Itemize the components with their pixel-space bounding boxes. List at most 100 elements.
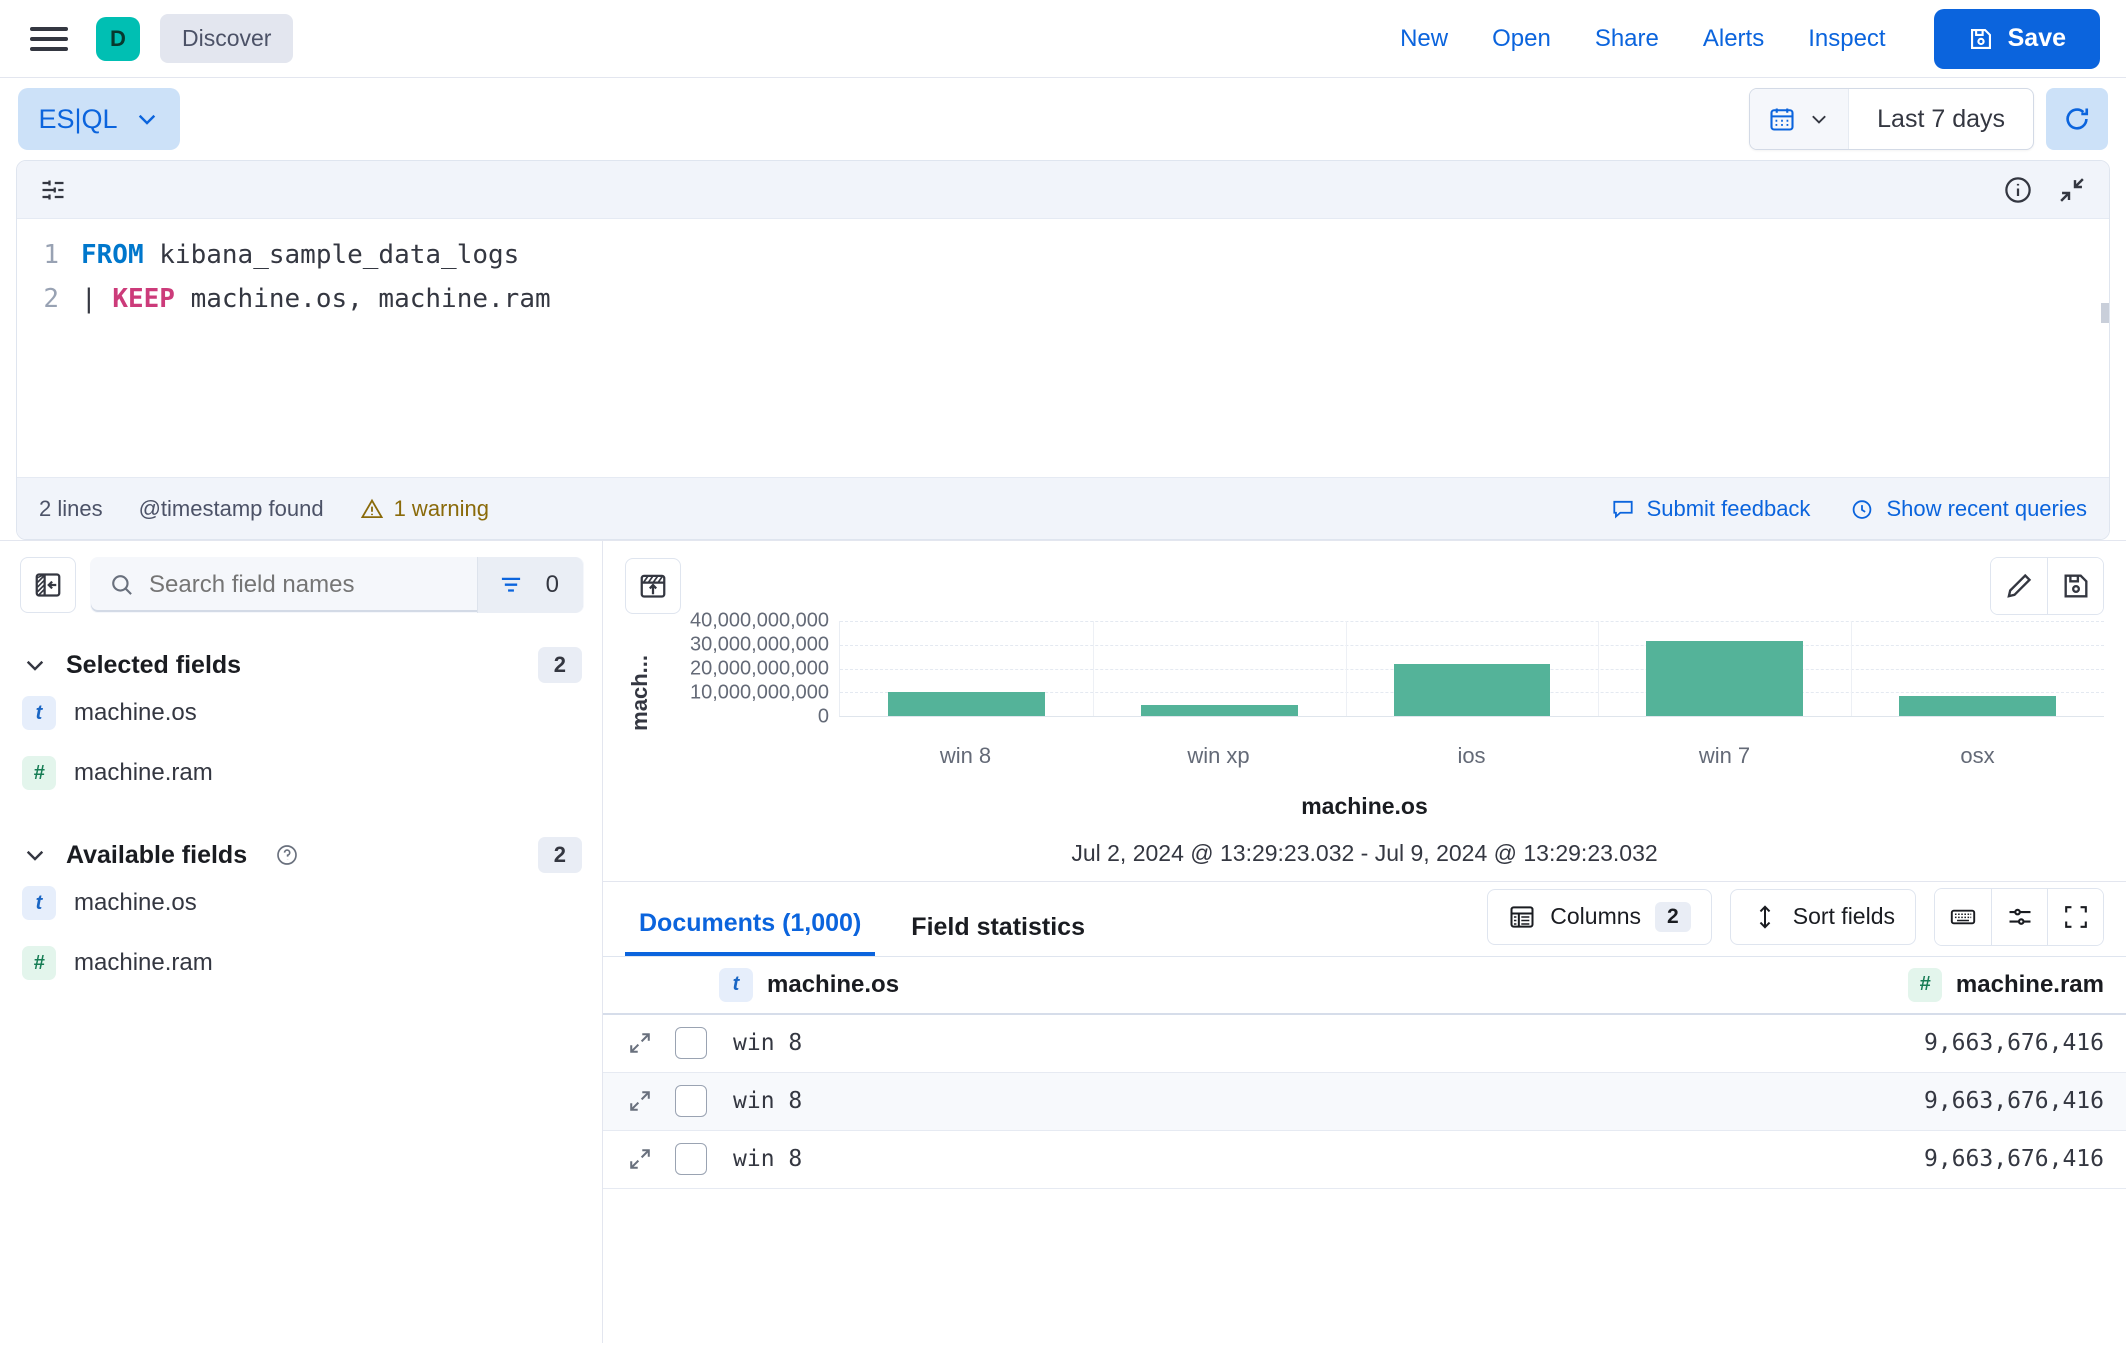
show-recent-queries-label: Show recent queries [1886, 496, 2087, 522]
row-checkbox[interactable] [675, 1027, 707, 1059]
date-quick-select-button[interactable] [1750, 89, 1849, 149]
sidebar-section-available-fields[interactable]: Available fields 2 [0, 803, 602, 873]
code-text-line-2: machine.os, machine.ram [191, 277, 551, 321]
date-range-text[interactable]: Last 7 days [1849, 105, 2033, 134]
editor-footer-right: Submit feedback Show recent queries [1611, 496, 2087, 522]
keyword-from: FROM [81, 233, 144, 277]
table-header-machine-os[interactable]: t machine.os [603, 968, 899, 1002]
breadcrumb[interactable]: Discover [160, 14, 293, 63]
editor-timestamp-status: @timestamp found [139, 496, 324, 522]
chart-bar[interactable] [1646, 641, 1803, 716]
columns-button[interactable]: Columns 2 [1487, 889, 1711, 945]
submit-feedback-label: Submit feedback [1647, 496, 1811, 522]
nav-inspect-button[interactable]: Inspect [1786, 25, 1907, 53]
x-tick-label: win 8 [839, 743, 1092, 769]
edit-visualization-button[interactable] [1991, 558, 2047, 614]
save-visualization-button[interactable] [2047, 558, 2103, 614]
chart-plot-area[interactable] [839, 621, 2104, 717]
code-line-1: 1 FROM kibana_sample_data_logs [17, 233, 2109, 277]
save-button[interactable]: Save [1934, 9, 2100, 69]
sidebar-section-selected-fields[interactable]: Selected fields 2 [0, 613, 602, 683]
editor-scrollbar[interactable] [2101, 303, 2109, 323]
field-filter-button[interactable]: 0 [477, 557, 583, 613]
clock-icon [1850, 497, 1874, 521]
row-checkbox[interactable] [675, 1143, 707, 1175]
columns-label: Columns [1550, 903, 1641, 930]
table-row[interactable]: win 8 9,663,676,416 [603, 1131, 2126, 1189]
x-tick-label: win 7 [1598, 743, 1851, 769]
sidebar-field-machine-os-selected[interactable]: t machine.os [0, 683, 602, 743]
expand-row-icon[interactable] [603, 1088, 659, 1114]
table-icon [1508, 903, 1536, 931]
expand-row-icon[interactable] [603, 1146, 659, 1172]
sidebar-field-machine-os-available[interactable]: t machine.os [0, 873, 602, 933]
show-recent-queries-button[interactable]: Show recent queries [1850, 496, 2087, 522]
cell-machine-ram: 9,663,676,416 [1924, 1146, 2126, 1172]
submit-feedback-button[interactable]: Submit feedback [1611, 496, 1811, 522]
x-tick-label: osx [1851, 743, 2104, 769]
field-type-number-icon: # [22, 946, 56, 980]
documents-section: Documents (1,000) Field statistics [603, 881, 2126, 1189]
field-name: machine.os [74, 889, 197, 917]
x-tick-label: win xp [1092, 743, 1345, 769]
nav-new-button[interactable]: New [1378, 25, 1470, 53]
main-content: 0 Selected fields 2 t machine.os # machi… [0, 540, 2126, 1343]
selected-fields-title: Selected fields [66, 651, 241, 680]
tab-field-statistics[interactable]: Field statistics [897, 913, 1099, 956]
sidebar-field-machine-ram-selected[interactable]: # machine.ram [0, 743, 602, 803]
keyboard-shortcuts-button[interactable] [1935, 889, 1991, 945]
editor-code-area[interactable]: 1 FROM kibana_sample_data_logs 2 | KEEP … [17, 219, 2109, 477]
hamburger-menu-icon[interactable] [30, 19, 70, 59]
refresh-button[interactable] [2046, 88, 2108, 150]
field-sidebar: 0 Selected fields 2 t machine.os # machi… [0, 540, 602, 1343]
field-type-number-icon: # [22, 756, 56, 790]
nav-alerts-button[interactable]: Alerts [1681, 25, 1786, 53]
documents-toolbar: Documents (1,000) Field statistics [603, 882, 2126, 956]
documents-table: t machine.os # machine.ram w [603, 956, 2126, 1189]
chevron-down-icon [1808, 108, 1830, 130]
available-fields-count: 2 [538, 837, 582, 873]
nav-share-button[interactable]: Share [1573, 25, 1681, 53]
collapse-sidebar-button[interactable] [20, 557, 76, 613]
hide-chart-button[interactable] [625, 558, 681, 614]
y-tick-label: 30,000,000,000 [690, 634, 829, 657]
sidebar-field-machine-ram-available[interactable]: # machine.ram [0, 933, 602, 993]
chart-y-axis-label: mach... [625, 621, 655, 731]
query-bar: ES|QL [0, 78, 2126, 160]
app-avatar[interactable]: D [96, 17, 140, 61]
cell-machine-ram: 9,663,676,416 [1924, 1030, 2126, 1056]
histogram-chart: mach... 40,000,000,000 30,000,000,000 20… [603, 615, 2126, 867]
editor-warning-status[interactable]: 1 warning [360, 496, 489, 522]
columns-count-badge: 2 [1655, 902, 1691, 932]
query-language-selector[interactable]: ES|QL [18, 88, 180, 150]
comment-icon [1611, 497, 1635, 521]
documents-toolbar-actions: Columns 2 Sort fields [1487, 888, 2104, 956]
chart-bar[interactable] [1394, 664, 1551, 716]
tab-documents[interactable]: Documents (1,000) [625, 909, 875, 956]
sort-icon [1751, 903, 1779, 931]
display-settings-button[interactable] [1991, 889, 2047, 945]
available-fields-title: Available fields [66, 841, 247, 870]
table-header-machine-ram[interactable]: # machine.ram [1908, 968, 2104, 1002]
fullscreen-button[interactable] [2047, 889, 2103, 945]
editor-expand-icon[interactable] [39, 176, 67, 204]
chart-bar[interactable] [888, 692, 1045, 716]
expand-row-icon[interactable] [603, 1030, 659, 1056]
cell-machine-os: win 8 [733, 1146, 802, 1172]
cell-machine-os: win 8 [733, 1030, 802, 1056]
chart-bar[interactable] [1141, 705, 1298, 716]
collapse-icon[interactable] [2057, 175, 2087, 205]
info-icon[interactable] [2003, 175, 2033, 205]
nav-open-button[interactable]: Open [1470, 25, 1573, 53]
sort-fields-button[interactable]: Sort fields [1730, 889, 1916, 945]
column-header-label: machine.os [767, 971, 899, 999]
table-row[interactable]: win 8 9,663,676,416 [603, 1073, 2126, 1131]
help-icon[interactable] [275, 843, 299, 867]
row-checkbox[interactable] [675, 1085, 707, 1117]
chart-bar[interactable] [1899, 696, 2056, 716]
chevron-down-icon [134, 106, 160, 132]
y-tick-label: 20,000,000,000 [690, 658, 829, 681]
search-field-names-input[interactable] [149, 571, 477, 599]
table-row[interactable]: win 8 9,663,676,416 [603, 1015, 2126, 1073]
editor-toolbar [17, 161, 2109, 219]
